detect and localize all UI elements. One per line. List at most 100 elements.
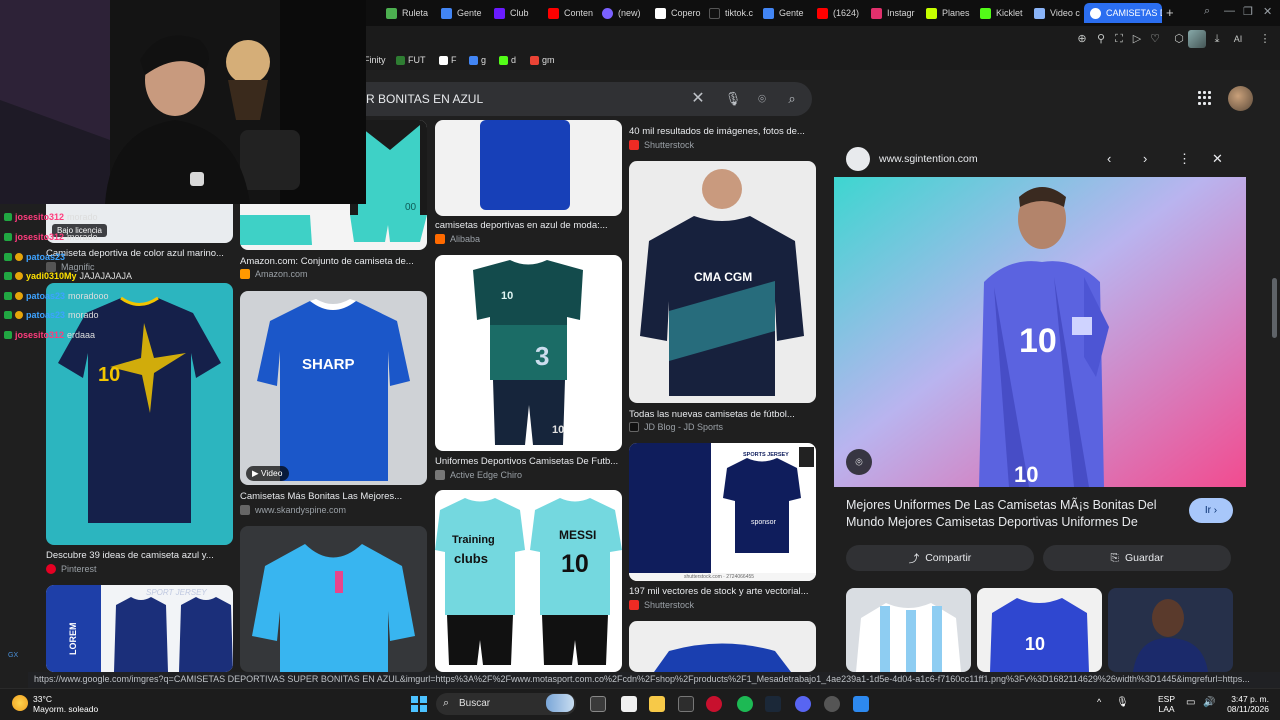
lens-search-icon[interactable]: ⌾ [846, 449, 872, 475]
bookmark-fut[interactable]: FUT [396, 55, 426, 65]
result-caption[interactable]: Amazon.com: Conjunto de camiseta de... [240, 256, 427, 267]
spotify-icon[interactable] [737, 696, 753, 712]
mic-tray-icon[interactable]: 🎙 [1116, 697, 1129, 708]
panel-site-url[interactable]: www.sgintention.com [879, 153, 978, 165]
bookmark-d[interactable]: d [499, 55, 516, 65]
panel-title[interactable]: Mejores Uniformes De Las Camisetas MÃ¡s … [846, 497, 1176, 531]
result-image-jersey-vector[interactable]: SPORTS JERSEY sponsor shutterstock.com ·… [629, 443, 816, 581]
result-caption[interactable]: Descubre 39 ideas de camiseta azul y... [46, 550, 233, 561]
file-explorer-icon[interactable] [649, 696, 665, 712]
tab-video[interactable]: Video c [1034, 3, 1080, 23]
screenshot-icon[interactable]: ⛶ [1112, 32, 1126, 46]
bookmark-gm[interactable]: gm [530, 55, 555, 65]
task-view-icon[interactable] [590, 696, 606, 712]
tab-new[interactable]: (new) [602, 3, 648, 23]
result-source[interactable]: Shutterstock [629, 140, 694, 150]
opera-gx-icon[interactable] [706, 696, 722, 712]
heart-icon[interactable]: ♡ [1148, 32, 1162, 46]
result-source[interactable]: Alibaba [435, 234, 480, 244]
result-source[interactable]: Pinterest [46, 564, 97, 574]
result-source[interactable]: Amazon.com [240, 269, 308, 279]
tab-kicklet[interactable]: Kicklet [980, 3, 1028, 23]
related-thumb-blue-10[interactable]: 10 [977, 588, 1102, 672]
tab-copero[interactable]: Copero [655, 3, 701, 23]
file-icon[interactable] [621, 696, 637, 712]
result-image-sharp-jersey[interactable]: SHARP [240, 291, 427, 485]
related-thumb-player[interactable] [1108, 588, 1233, 672]
bookmark-f[interactable]: F [439, 55, 457, 65]
search-input[interactable]: R BONITAS EN AZUL [366, 92, 483, 106]
tab-tiktok[interactable]: tiktok.c [709, 3, 757, 23]
menu-dots-icon[interactable]: ⋮ [1258, 32, 1272, 46]
clock[interactable]: 3:47 p. m. 08/11/2026 [1225, 694, 1269, 714]
tab-gente-2[interactable]: Gente [763, 3, 807, 23]
result-image-sweden-jersey[interactable]: 10 [46, 283, 233, 545]
active-app-icon[interactable] [853, 696, 869, 712]
result-source[interactable]: Shutterstock [629, 600, 694, 610]
close-panel-icon[interactable]: ✕ [1212, 151, 1223, 167]
play-icon[interactable]: ▷ [1130, 32, 1144, 46]
result-image-chelsea-kit[interactable]: 10 3 10 [435, 255, 622, 451]
lens-icon[interactable]: ⌾ [753, 90, 771, 108]
scrollbar-thumb[interactable] [1272, 278, 1277, 338]
close-window-button[interactable]: ✕ [1263, 5, 1272, 18]
visit-button[interactable]: Ir › [1189, 498, 1233, 523]
volume-icon[interactable]: 🔊 [1203, 697, 1215, 708]
page-scrollbar[interactable] [1271, 70, 1277, 672]
save-button[interactable]: ⎘ Guardar [1043, 545, 1231, 571]
toolbar-avatar[interactable] [1188, 30, 1206, 48]
weather-sun-icon[interactable] [12, 695, 28, 711]
extensions-icon[interactable]: ⬡ [1172, 32, 1186, 46]
google-apps-icon[interactable] [1198, 91, 1212, 105]
ai-button[interactable]: AI [1226, 32, 1250, 46]
weather-widget[interactable]: 33°C Mayorm. soleado [33, 694, 98, 714]
tab-instagram[interactable]: Instagr [871, 3, 919, 23]
result-image-blue-collar[interactable] [629, 621, 816, 672]
download-icon[interactable]: ⤓ [1210, 32, 1224, 46]
discord-icon[interactable] [795, 696, 811, 712]
microphone-icon[interactable]: 🎙 [724, 90, 742, 108]
next-icon[interactable]: › [1143, 151, 1147, 166]
result-image-sport-jersey-template[interactable]: LOREM SPORT JERSEY [46, 585, 233, 672]
related-thumb-argentina[interactable] [846, 588, 971, 672]
tab-contenido[interactable]: Conten [548, 3, 596, 23]
tab-ruleta[interactable]: Ruleta [386, 3, 436, 23]
tab-youtube[interactable]: (1624) [817, 3, 865, 23]
tab-camisetas-active[interactable]: CAMISETAS D [1084, 3, 1162, 23]
tab-gente[interactable]: Gente [441, 3, 489, 23]
share-button[interactable]: ⤴ Compartir [846, 545, 1034, 571]
clear-search-icon[interactable]: ✕ [689, 90, 707, 108]
store-icon[interactable] [678, 696, 694, 712]
start-button[interactable] [411, 696, 427, 712]
result-caption[interactable]: Todas las nuevas camisetas de fútbol... [629, 409, 816, 420]
bookmark-g[interactable]: g [469, 55, 486, 65]
result-caption[interactable]: camisetas deportivas en azul de moda:... [435, 220, 622, 231]
search-tabs-icon[interactable]: ⌕ [1204, 5, 1210, 18]
result-caption[interactable]: Uniformes Deportivos Camisetas De Futb..… [435, 456, 622, 467]
maximize-button[interactable]: ❐ [1243, 5, 1253, 18]
search-icon[interactable]: ⌕ [783, 90, 801, 108]
more-options-icon[interactable]: ⋮ [1178, 151, 1191, 167]
result-caption[interactable]: 40 mil resultados de imágenes, fotos de.… [629, 126, 816, 137]
language-indicator[interactable]: ESP LAA [1158, 694, 1175, 714]
tray-chevron-icon[interactable]: ^ [1097, 697, 1101, 707]
result-image-marseille-jersey[interactable]: CMA CGM [629, 161, 816, 403]
result-image-messi-training-kit[interactable]: Training clubs MESSI 10 [435, 490, 622, 672]
network-icon[interactable]: ▭ [1186, 697, 1195, 708]
new-tab-button[interactable]: + [1166, 5, 1174, 20]
result-source[interactable]: Active Edge Chiro [435, 470, 522, 480]
previous-icon[interactable]: ‹ [1107, 151, 1111, 166]
preview-image-messi[interactable]: 10 10 [834, 177, 1246, 487]
zoom-icon[interactable]: ⊕ [1075, 32, 1089, 46]
bookmark-finity[interactable]: Finity [364, 55, 386, 65]
result-image-light-blue-tee[interactable] [240, 526, 427, 672]
result-source[interactable]: JD Blog - JD Sports [629, 422, 723, 432]
pin-icon[interactable]: ⚲ [1094, 32, 1108, 46]
result-image-blue-shirt[interactable] [435, 120, 622, 216]
steam-icon[interactable] [765, 696, 781, 712]
settings-gear-icon[interactable] [824, 696, 840, 712]
search-highlight-icon[interactable] [546, 694, 574, 712]
result-source[interactable]: www.skandyspine.com [240, 505, 346, 515]
tab-club[interactable]: Club [494, 3, 540, 23]
minimize-button[interactable]: — [1224, 5, 1235, 17]
